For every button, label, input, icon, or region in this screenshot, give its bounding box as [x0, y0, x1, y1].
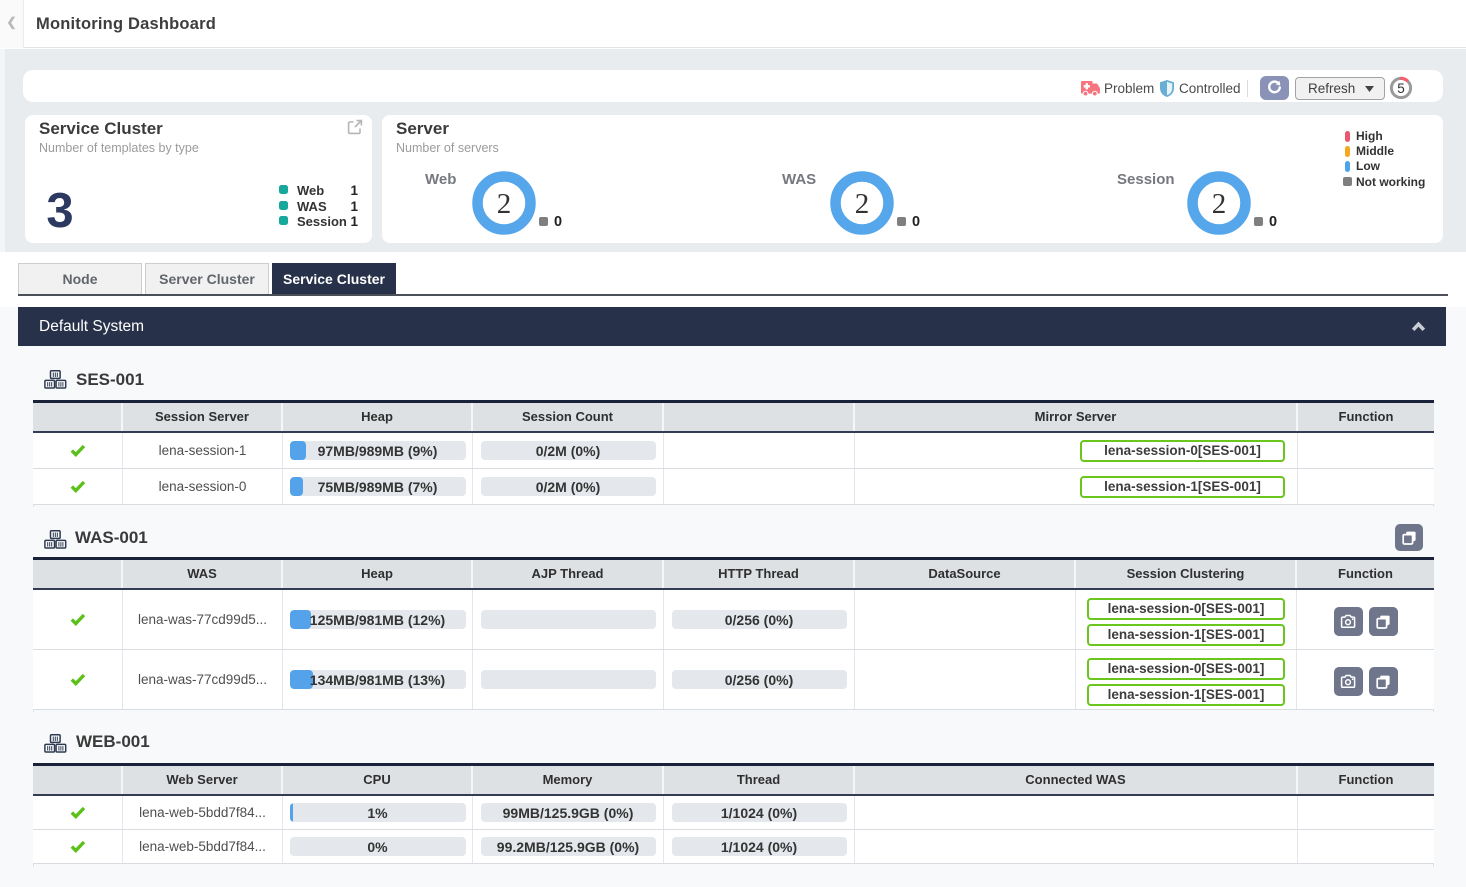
svg-text:5: 5	[1397, 81, 1405, 96]
svg-text:2: 2	[855, 188, 870, 220]
svg-text:2: 2	[497, 188, 512, 220]
svg-text:2: 2	[1212, 188, 1227, 220]
